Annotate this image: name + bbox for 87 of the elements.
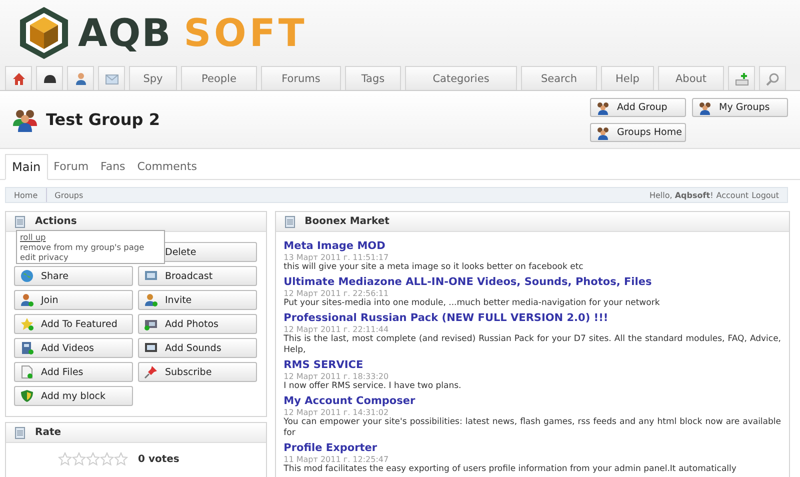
- group-button[interactable]: Add Group: [590, 98, 686, 117]
- item-description: Put your sites-media into one module, ...much better media-navigation for your network: [284, 298, 661, 309]
- star-icon[interactable]: [58, 452, 72, 466]
- nav-tab[interactable]: Categories: [405, 66, 517, 90]
- action-button[interactable]: Share: [14, 266, 133, 286]
- nav-tab[interactable]: Spy: [129, 66, 177, 90]
- page-title: Test Group 2: [46, 110, 160, 129]
- nav-tab[interactable]: Search: [521, 66, 597, 90]
- greeting-text: Hello, Aqbsoft!: [649, 190, 714, 200]
- menu-item[interactable]: roll up: [20, 232, 161, 242]
- item-title-link[interactable]: Meta Image MOD: [284, 240, 386, 253]
- item-date: 13 Март 2011 г. 11:51:17: [284, 253, 389, 262]
- nav-tab[interactable]: [36, 66, 63, 90]
- document-icon: [15, 426, 25, 438]
- account-link[interactable]: Account: [716, 190, 749, 200]
- item-date: 12 Март 2011 г. 18:33:20: [284, 372, 389, 381]
- panel-title: Rate: [35, 427, 62, 438]
- mail-icon: [104, 72, 118, 86]
- action-button[interactable]: Add Sounds: [138, 338, 257, 358]
- page-tab[interactable]: Forum: [48, 153, 95, 179]
- item-title-link[interactable]: Profile Exporter: [284, 442, 378, 455]
- picture-icon: [144, 317, 158, 331]
- breadcrumb-link[interactable]: Home: [6, 188, 46, 202]
- page-tab[interactable]: Main: [5, 154, 48, 180]
- nav-tab[interactable]: About: [658, 66, 724, 90]
- star-icon[interactable]: [114, 452, 128, 466]
- user-icon: [20, 293, 34, 307]
- action-button[interactable]: Add my block: [14, 386, 133, 406]
- brand-name: SOFT: [184, 11, 308, 55]
- item-date: 12 Март 2011 г. 22:56:11: [284, 289, 389, 298]
- action-button[interactable]: Invite: [138, 290, 257, 310]
- item-date: 12 Март 2011 г. 14:31:02: [284, 408, 389, 417]
- document-icon: [20, 365, 34, 379]
- item-description: this will give your site a meta image so it looks better on facebook etc: [284, 262, 584, 273]
- breadcrumb-link[interactable]: Groups: [46, 188, 92, 202]
- action-button[interactable]: Join: [14, 290, 133, 310]
- item-date: 11 Март 2011 г. 12:25:47: [284, 455, 389, 464]
- action-button[interactable]: Broadcast: [138, 266, 257, 286]
- nav-tab[interactable]: Forums: [261, 66, 341, 90]
- action-button[interactable]: Subscribe: [138, 362, 257, 382]
- item-title-link[interactable]: My Account Composer: [284, 395, 416, 408]
- action-button[interactable]: Add Videos: [14, 338, 133, 358]
- search-button[interactable]: [759, 66, 786, 90]
- document-icon: [284, 216, 295, 228]
- page-tab[interactable]: Comments: [131, 153, 203, 179]
- pin-icon: [144, 365, 158, 379]
- item-date: 12 Март 2011 г. 22:11:44: [284, 325, 389, 334]
- search-icon: [766, 72, 780, 86]
- panel-title: Boonex Market: [304, 216, 390, 227]
- item-description: You can empower your site's possibilities: latest news, flash games, rss feeds and any html block now are available for: [284, 417, 781, 439]
- home-icon: [12, 72, 26, 86]
- group-button[interactable]: My Groups: [692, 98, 788, 117]
- item-description: I now offer RMS service. I have two plans.: [284, 381, 462, 392]
- panel-title: Actions: [35, 216, 77, 227]
- add-icon: [734, 72, 748, 86]
- users-icon: [13, 108, 37, 132]
- item-description: This is the last, most complete (and revised) Russian Pack for your D7 sites. All the standard modules, FAQ, Advice, Help,: [284, 334, 781, 356]
- page-tab[interactable]: Fans: [94, 153, 132, 179]
- monitor-icon: [144, 341, 158, 355]
- item-description: This mod facilitates the easy exporting of users profile information from your admin panel.It automatically: [284, 464, 738, 475]
- film-icon: [20, 341, 34, 355]
- action-button[interactable]: Add Files: [14, 362, 133, 382]
- star-icon[interactable]: [72, 452, 86, 466]
- document-icon: [15, 216, 25, 228]
- star-icon: [20, 317, 34, 331]
- users-icon: [596, 100, 610, 114]
- group-button[interactable]: Groups Home: [590, 123, 686, 142]
- item-title-link[interactable]: RMS SERVICE: [284, 359, 364, 372]
- vote-count: 0 votes: [138, 454, 180, 464]
- action-button[interactable]: Add Photos: [138, 314, 257, 334]
- star-icon[interactable]: [86, 452, 100, 466]
- user-icon: [74, 72, 88, 86]
- action-button[interactable]: Add To Featured: [14, 314, 133, 334]
- monitor-icon: [144, 269, 158, 283]
- item-title-link[interactable]: Professional Russian Pack (NEW FULL VERSION 2.0) !!!: [284, 312, 608, 325]
- star-icon[interactable]: [100, 452, 114, 466]
- globe-icon: [20, 269, 34, 283]
- users-icon: [596, 126, 610, 140]
- users-icon: [144, 293, 158, 307]
- users-icon: [698, 100, 712, 114]
- brand-name: AQB: [78, 11, 172, 55]
- item-title-link[interactable]: Ultimate Mediazone ALL-IN-ONE Videos, Sounds, Photos, Files: [284, 276, 652, 289]
- account-link[interactable]: Logout: [752, 190, 779, 200]
- shield-icon: [20, 389, 34, 403]
- nav-tab[interactable]: Help: [601, 66, 654, 90]
- nav-tab[interactable]: People: [181, 66, 257, 90]
- nav-tab[interactable]: Tags: [345, 66, 401, 90]
